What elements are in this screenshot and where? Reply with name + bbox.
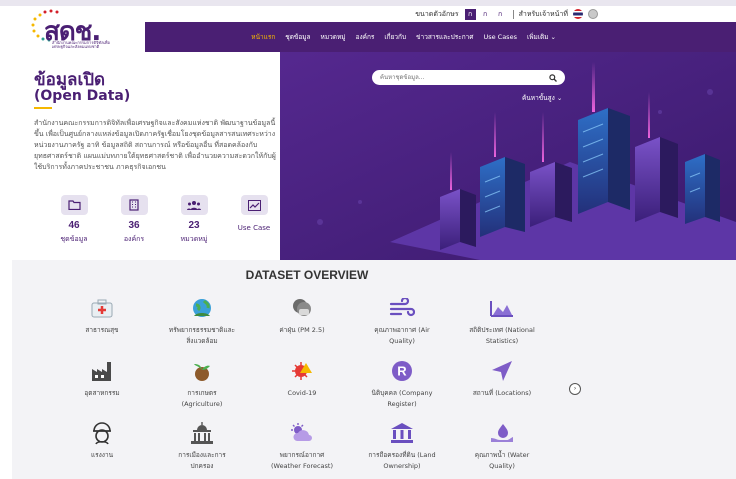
factory-icon [88,360,116,382]
stats-row: 46 ชุดข้อมูล 36 องค์กร 23 หมวดหมู่ Use C… [44,195,284,245]
chart-icon [240,195,268,215]
category-weather[interactable]: พยากรณ์อากาศ (Weather Forecast) [252,422,352,472]
utility-bar: ขนาดตัวอักษร ก ก ก สำหรับเจ้าหน้าที่ [145,6,736,22]
nav-use-cases[interactable]: Use Cases [483,33,517,41]
water-drop-icon [488,422,516,444]
category-name: สถานที่ (Locations) [472,389,532,397]
search-box[interactable] [372,70,565,85]
stat-categories[interactable]: 23 หมวดหมู่ [164,195,224,245]
category-name: การเมืองและการ ปกครอง [178,451,226,470]
dataset-overview: DATASET OVERVIEW สาธารณสุข ทรัพยากรธรรมช… [12,260,736,479]
mask-icon [288,297,316,319]
hero-left: ข้อมูลเปิด (Open Data) สำนักงานคณะกรรมกา… [0,52,280,260]
virus-icon [288,360,316,382]
category-name: คุณภาพอากาศ (Air Quality) [374,326,430,345]
stat-label: องค์กร [123,235,145,243]
category-national-statistics[interactable]: สถิติประเทศ (National Statistics) [452,297,552,347]
main-nav: หน้าแรก ชุดข้อมูล หมวดหมู่ องค์กร เกี่ยว… [145,22,736,52]
stat-label: หมวดหมู่ [180,235,208,243]
overview-title: DATASET OVERVIEW [245,268,369,282]
nav-categories[interactable]: หมวดหมู่ [321,32,346,42]
font-size-label: ขนาดตัวอักษร [415,9,459,18]
category-labor[interactable]: แรงงาน [52,422,152,461]
category-locations[interactable]: สถานที่ (Locations) [452,360,552,399]
category-land-ownership[interactable]: การถือครองที่ดิน (Land Ownership) [352,422,452,472]
stat-label: ชุดข้อมูล [60,235,88,243]
land-icon [388,422,416,444]
english-flag-icon[interactable] [588,9,598,19]
page: สดช. สำนักงานคณะกรรมการดิจิทัลเพื่อเศรษฐ… [0,0,736,479]
category-name: การเกษตร (Agriculture) [181,389,223,408]
advanced-search-link[interactable]: ค้นหาขั้นสูง ⌄ [522,93,562,103]
svg-text:R: R [397,364,407,379]
category-name: พยากรณ์อากาศ (Weather Forecast) [270,451,333,470]
thai-flag-icon[interactable] [573,9,583,19]
category-health[interactable]: สาธารณสุข [52,297,152,336]
weather-icon [288,422,316,444]
nav-home[interactable]: หน้าแรก [251,32,275,42]
nav-datasets[interactable]: ชุดข้อมูล [285,32,310,42]
nav-organizations[interactable]: องค์กร [356,32,375,42]
search-input[interactable] [380,74,549,81]
next-arrow-icon[interactable]: › [569,383,581,395]
users-icon [180,195,208,215]
category-company-register[interactable]: R นิติบุคคล (Company Register) [352,360,452,410]
stat-value: 23 [188,220,200,231]
capitol-icon [188,422,216,444]
nav-about[interactable]: เกี่ยวกับ [384,32,406,42]
font-size-small-button[interactable]: ก [464,8,476,20]
site-logo[interactable]: สดช. สำนักงานคณะกรรมการดิจิทัลเพื่อเศรษฐ… [0,6,145,52]
font-size-medium-button[interactable]: ก [480,9,491,20]
stat-value: 36 [128,220,140,231]
first-aid-icon [88,297,116,319]
stat-value: 46 [68,220,80,231]
logo-subtitle: สำนักงานคณะกรรมการดิจิทัลเพื่อเศรษฐกิจแล… [52,40,110,49]
category-name: สถิติประเทศ (National Statistics) [469,326,535,345]
category-covid19[interactable]: Covid-19 [252,360,352,399]
search-icon[interactable] [549,73,557,82]
category-water-quality[interactable]: คุณภาพน้ำ (Water Quality) [452,422,552,472]
category-industry[interactable]: อุตสาหกรรม [52,360,152,399]
category-name: แรงงาน [90,451,114,459]
category-name: Covid-19 [287,389,317,397]
wind-icon [388,297,416,319]
location-arrow-icon [488,360,516,382]
category-name: สาธารณสุข [85,326,119,334]
nav-news[interactable]: ข่าวสารและประกาศ [416,32,473,42]
stat-label: Use Case [237,224,271,232]
category-air-quality[interactable]: คุณภาพอากาศ (Air Quality) [352,297,452,347]
folder-icon [60,195,88,215]
category-pm25[interactable]: ค่าฝุ่น (PM 2.5) [252,297,352,336]
building-icon [120,195,148,215]
area-chart-icon [488,297,516,319]
category-agriculture[interactable]: การเกษตร (Agriculture) [152,360,252,410]
category-name: ค่าฝุ่น (PM 2.5) [279,326,325,334]
stat-use-cases[interactable]: Use Case [224,195,284,245]
hero-description: สำนักงานคณะกรรมการดิจิทัลเพื่อเศรษฐกิจแล… [34,119,276,171]
globe-plant-icon [188,297,216,319]
font-size-large-button[interactable]: ก [495,9,506,20]
category-politics[interactable]: การเมืองและการ ปกครอง [152,422,252,472]
staff-link[interactable]: สำหรับเจ้าหน้าที่ [519,9,568,20]
nav-more[interactable]: เพิ่มเติม ⌄ [527,32,556,42]
logo-mark: สดช. สำนักงานคณะกรรมการดิจิทัลเพื่อเศรษฐ… [30,9,138,49]
hero-illustration-panel: ค้นหาขั้นสูง ⌄ [280,52,736,260]
category-name: คุณภาพน้ำ (Water Quality) [474,451,530,470]
divider [512,9,514,19]
sprout-icon [188,360,216,382]
stat-organizations[interactable]: 36 องค์กร [104,195,164,245]
category-name: นิติบุคคล (Company Register) [371,389,433,408]
stat-datasets[interactable]: 46 ชุดข้อมูล [44,195,104,245]
category-name: การถือครองที่ดิน (Land Ownership) [368,451,436,470]
title-underline [34,107,52,109]
category-environment[interactable]: ทรัพยากรธรรมชาติและ สิ่งแวดล้อม [152,297,252,347]
worker-helmet-icon [88,422,116,445]
category-name: ทรัพยากรธรรมชาติและ สิ่งแวดล้อม [168,326,236,345]
category-name: อุตสาหกรรม [84,389,120,397]
registered-icon: R [388,360,416,382]
hero-subtitle: (Open Data) [34,88,131,104]
